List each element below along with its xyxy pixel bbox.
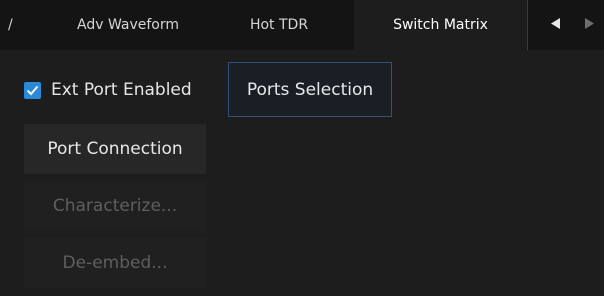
tab-switch-matrix[interactable]: Switch Matrix [354, 0, 528, 50]
triangle-right-icon [584, 17, 594, 33]
checkmark-icon [26, 81, 39, 100]
triangle-left-icon [550, 17, 560, 33]
deembed-button[interactable]: De-embed... [24, 238, 206, 288]
characterize-button[interactable]: Characterize... [24, 181, 206, 231]
ext-port-enabled-label: Ext Port Enabled [51, 80, 192, 100]
switch-matrix-window: / Adv Waveform Hot TDR Switch Matrix Ext… [0, 0, 604, 296]
ext-port-enabled-checkbox-row[interactable]: Ext Port Enabled [24, 77, 192, 103]
tab-scroll-right-button[interactable] [577, 0, 601, 50]
tab-scroll-left-button[interactable] [543, 0, 567, 50]
tab-adv-waveform[interactable]: Adv Waveform [52, 0, 204, 50]
tab-bar: / Adv Waveform Hot TDR Switch Matrix [0, 0, 604, 50]
port-connection-button[interactable]: Port Connection [24, 124, 206, 174]
tab-partial[interactable]: / [0, 0, 34, 50]
ext-port-enabled-checkbox[interactable] [24, 81, 41, 100]
ports-selection-button[interactable]: Ports Selection [228, 62, 392, 117]
tab-hot-tdr[interactable]: Hot TDR [218, 0, 340, 50]
